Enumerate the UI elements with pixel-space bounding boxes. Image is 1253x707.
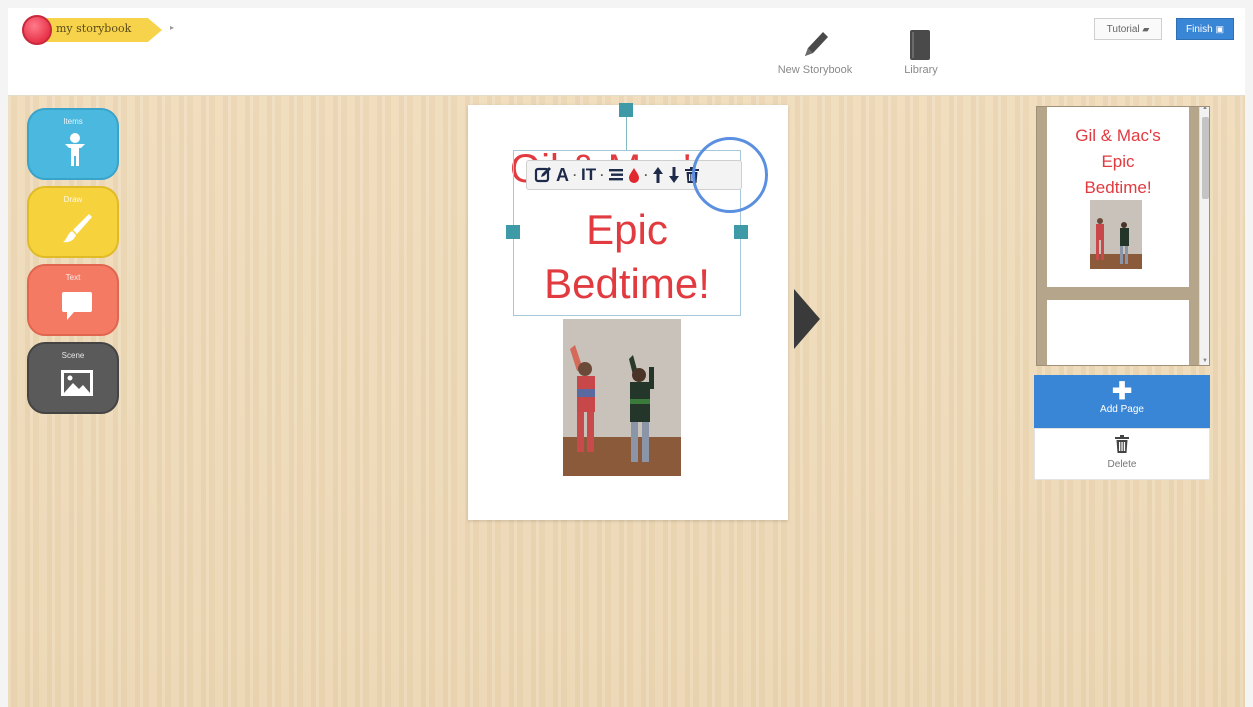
- page-title-line2: Epic: [586, 206, 668, 253]
- tutorial-button[interactable]: Tutorial ▰: [1094, 18, 1162, 40]
- kids-figures: [563, 319, 681, 476]
- brush-icon: [63, 214, 92, 243]
- logo-text: my storybook: [56, 22, 132, 35]
- scroll-up-icon[interactable]: ▲: [1202, 107, 1208, 111]
- new-storybook-label: New Storybook: [777, 64, 853, 76]
- tutorial-label: Tutorial: [1106, 24, 1140, 35]
- trash-icon: [1115, 435, 1129, 453]
- separator-icon: ·: [573, 168, 577, 182]
- thumbnail-title-line3: Bedtime!: [1084, 178, 1152, 197]
- pencil-icon: [805, 32, 828, 56]
- thumbnail-title-line2: Epic: [1101, 152, 1135, 171]
- save-icon: ▣: [1215, 24, 1224, 34]
- book-icon: [910, 30, 930, 60]
- add-page-label: Add Page: [1100, 404, 1144, 415]
- thumbnail-photo: [1090, 200, 1142, 269]
- thumbnail-title-line1: Gil & Mac's: [1075, 126, 1161, 145]
- thumbnail-title: Gil & Mac's Epic Bedtime!: [1047, 123, 1189, 201]
- delete-label: Delete: [1107, 459, 1137, 470]
- scrollbar-thumb[interactable]: [1202, 117, 1209, 199]
- logo-eraser-dot: [22, 15, 52, 45]
- color-drop-icon[interactable]: [627, 167, 641, 183]
- page-thumbnail-1[interactable]: Gil & Mac's Epic Bedtime!: [1047, 107, 1189, 287]
- new-storybook-button[interactable]: New Storybook: [770, 26, 860, 86]
- scroll-down-icon[interactable]: ▼: [1202, 358, 1208, 364]
- picture-icon: [61, 370, 93, 396]
- workspace: Items Draw Text Scene Gil & Mac's: [8, 96, 1245, 707]
- library-button[interactable]: Library: [876, 26, 966, 86]
- page-thumbnails-panel: Gil & Mac's Epic Bedtime! ▲ ▼: [1036, 106, 1210, 366]
- story-page-canvas[interactable]: Gil & Mac's Epic Bedtime! A · IT · ·: [468, 103, 788, 520]
- person-icon: [65, 133, 85, 166]
- finish-button[interactable]: Finish ▣: [1176, 18, 1234, 40]
- edit-icon[interactable]: [533, 166, 553, 184]
- top-bar: my storybook ▸ New Storybook Library Tut…: [8, 8, 1245, 96]
- draw-tool-button[interactable]: Draw: [27, 186, 119, 258]
- speech-bubble-icon: [62, 292, 92, 320]
- move-down-icon[interactable]: [667, 166, 681, 184]
- delete-page-button[interactable]: Delete: [1034, 428, 1210, 480]
- items-tool-label: Items: [63, 117, 83, 126]
- finish-label: Finish: [1186, 24, 1213, 35]
- chat-icon: ▰: [1142, 24, 1150, 34]
- text-tool-label: Text: [65, 273, 81, 282]
- align-icon[interactable]: [607, 167, 625, 183]
- items-tool-button[interactable]: Items: [27, 108, 119, 180]
- thumbnail-kids-figures: [1090, 200, 1142, 269]
- page-thumbnail-2[interactable]: [1047, 300, 1189, 365]
- next-page-arrow-icon[interactable]: [794, 289, 820, 349]
- add-page-button[interactable]: ✚ Add Page: [1034, 375, 1210, 428]
- logo-arrow-icon: ▸: [170, 23, 175, 32]
- library-label: Library: [904, 64, 938, 76]
- text-size-icon[interactable]: IT: [580, 161, 597, 189]
- highlight-circle-annotation: [692, 137, 768, 213]
- resize-handle-left[interactable]: [506, 225, 520, 239]
- draw-tool-label: Draw: [63, 195, 83, 204]
- rotate-handle[interactable]: [619, 103, 633, 117]
- kids-photo[interactable]: [563, 319, 681, 476]
- separator-icon: ·: [600, 168, 605, 182]
- plus-icon: ✚: [1111, 378, 1133, 405]
- resize-handle-right[interactable]: [734, 225, 748, 239]
- thumbnails-scrollbar[interactable]: ▲ ▼: [1199, 107, 1209, 365]
- page-title-line3: Bedtime!: [544, 260, 710, 307]
- app-logo[interactable]: my storybook ▸: [20, 12, 180, 46]
- separator-icon: ·: [644, 168, 649, 182]
- move-up-icon[interactable]: [651, 166, 665, 184]
- text-tool-button[interactable]: Text: [27, 264, 119, 336]
- font-icon[interactable]: A: [555, 161, 570, 189]
- scene-tool-button[interactable]: Scene: [27, 342, 119, 414]
- scene-tool-label: Scene: [61, 351, 85, 360]
